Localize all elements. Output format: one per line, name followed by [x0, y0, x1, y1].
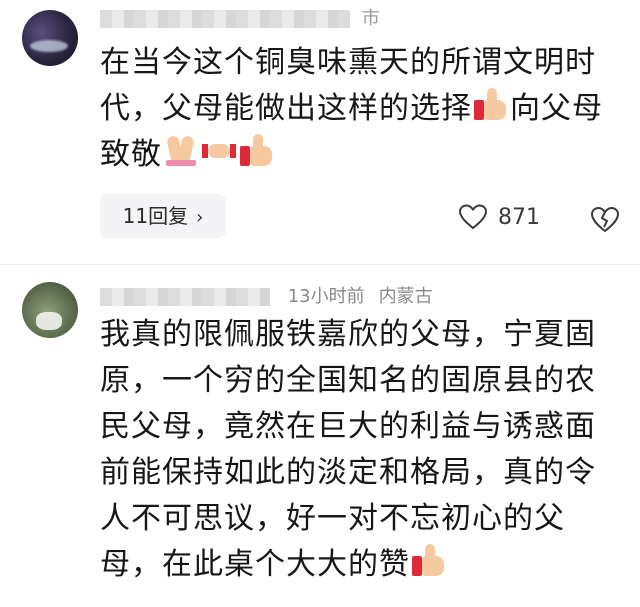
comment-item: 13小时前 内蒙古 我真的限佩服铁嘉欣的父母，宁夏固 原，一个穷的全国知名的固原县… — [0, 268, 640, 607]
thumbs-up-emoji-icon — [412, 544, 446, 578]
comment-line-text: 母，在此桌个大大的赞 — [100, 547, 410, 582]
like-button[interactable]: 871 — [458, 200, 540, 236]
comment-line: 母，在此桌个大大的赞 — [100, 542, 605, 588]
comment-line: 代，父母能做出这样的选择 向父母 — [100, 86, 605, 132]
comment-meta: 13小时前 内蒙古 — [288, 286, 447, 307]
comment-text: 在当今这个铜臭味熏天的所谓文明时 代，父母能做出这样的选择 向父母 致敬 — [100, 40, 605, 178]
reply-count-label: 11回复 — [122, 204, 189, 228]
broken-heart-icon[interactable] — [590, 204, 620, 234]
comment-header: 市 — [100, 4, 380, 30]
comment-text: 我真的限佩服铁嘉欣的父母，宁夏固 原，一个穷的全国知名的固原县的农 民父母，竟然… — [100, 312, 605, 588]
comment-header: 13小时前 内蒙古 — [100, 282, 447, 308]
comment-line-text: 代，父母能做出这样的选择 — [100, 91, 472, 126]
folded-hands-emoji-icon — [164, 134, 198, 168]
comment-line: 人不可思议，好一对不忘初心的父 — [100, 501, 565, 536]
comment-line: 原，一个穷的全国知名的固原县的农 — [100, 363, 596, 398]
heart-outline-icon — [458, 204, 488, 230]
comment-divider — [0, 264, 640, 265]
comment-line: 民父母，竟然在巨大的利益与诱惑面 — [100, 409, 596, 444]
chevron-right-icon: › — [196, 207, 204, 228]
blurred-username — [100, 10, 350, 28]
comment-line: 前能保持如此的淡定和格局，真的令 — [100, 455, 596, 490]
avatar[interactable] — [22, 282, 78, 338]
comment-line-text: 向父母 — [510, 91, 603, 126]
avatar[interactable] — [22, 10, 78, 66]
comment-meta: 市 — [361, 8, 380, 29]
comment-line: 我真的限佩服铁嘉欣的父母，宁夏固 — [100, 317, 596, 352]
like-count: 871 — [498, 205, 540, 230]
comment-location: 内蒙古 — [378, 286, 433, 307]
comment-item: 市 在当今这个铜臭味熏天的所谓文明时 代，父母能做出这样的选择 向父母 致敬 11… — [0, 0, 640, 262]
view-replies-button[interactable]: 11回复 › — [100, 194, 226, 238]
blurred-username — [100, 288, 270, 306]
comment-line-text: 致敬 — [100, 137, 162, 172]
thumbs-up-emoji-icon — [474, 88, 508, 122]
comment-line: 在当今这个铜臭味熏天的所谓文明时 — [100, 45, 596, 80]
thumbs-up-emoji-icon — [240, 134, 274, 168]
comment-time: 13小时前 — [287, 286, 365, 307]
handshake-emoji-icon — [202, 134, 236, 168]
comment-line: 致敬 — [100, 132, 605, 178]
